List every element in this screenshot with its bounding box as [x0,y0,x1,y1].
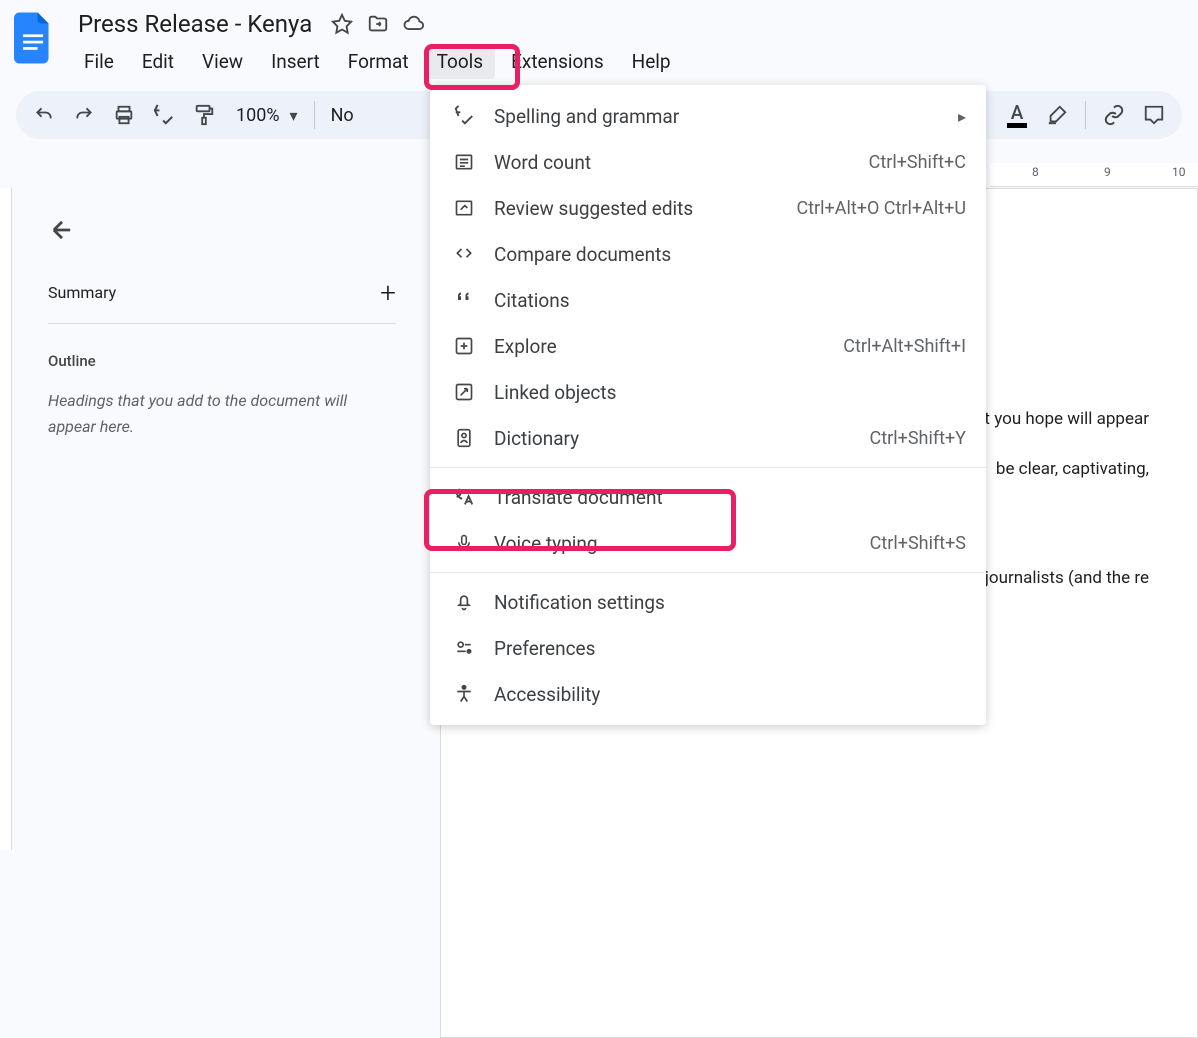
menu-tools[interactable]: Tools [425,44,496,79]
menu-help[interactable]: Help [620,44,683,79]
explore-icon [450,334,478,358]
tools-dictionary[interactable]: Dictionary Ctrl+Shift+Y [430,415,986,461]
word-count-icon [450,150,478,174]
text-color-button[interactable]: A [999,97,1035,133]
accessibility-icon [450,682,478,706]
tools-voice-typing[interactable]: Voice typing Ctrl+Shift+S [430,520,986,566]
undo-button[interactable] [26,97,62,133]
vertical-ruler [0,188,12,850]
separator [1085,101,1086,129]
document-title[interactable]: Press Release - Kenya [72,8,318,40]
horizontal-ruler: 8 9 10 [990,163,1198,187]
chevron-down-icon: ▾ [290,106,298,125]
menu-format[interactable]: Format [336,44,421,79]
separator [314,101,315,129]
zoom-value: 100% [232,105,284,126]
summary-heading: Summary [48,283,116,302]
tools-review-edits[interactable]: Review suggested edits Ctrl+Alt+O Ctrl+A… [430,185,986,231]
tools-compare-documents[interactable]: Compare documents [430,231,986,277]
separator [430,572,986,573]
preferences-icon [450,636,478,660]
microphone-icon [450,531,478,555]
tools-dropdown: Spelling and grammar ▸ Word count Ctrl+S… [430,85,986,725]
outline-heading: Outline [48,352,396,370]
add-summary-button[interactable]: + [380,276,396,309]
outline-hint: Headings that you add to the document wi… [48,388,396,439]
tools-preferences[interactable]: Preferences [430,625,986,671]
star-icon[interactable] [330,12,354,36]
tools-translate-document[interactable]: Translate document [430,474,986,520]
translate-icon [450,485,478,509]
separator [430,467,986,468]
outline-sidebar: Summary + Outline Headings that you add … [12,188,432,850]
add-comment-button[interactable] [1136,97,1172,133]
compare-icon [450,242,478,266]
spellcheck-icon [450,104,478,128]
tools-word-count[interactable]: Word count Ctrl+Shift+C [430,139,986,185]
tools-accessibility[interactable]: Accessibility [430,671,986,717]
spellcheck-button[interactable] [146,97,182,133]
menu-bar: File Edit View Insert Format Tools Exten… [72,44,1186,79]
tools-citations[interactable]: Citations [430,277,986,323]
tools-spelling-grammar[interactable]: Spelling and grammar ▸ [430,93,986,139]
highlight-color-button[interactable] [1039,97,1075,133]
menu-file[interactable]: File [72,44,126,79]
print-button[interactable] [106,97,142,133]
chevron-right-icon: ▸ [958,107,966,126]
review-edits-icon [450,196,478,220]
bell-icon [450,590,478,614]
move-folder-icon[interactable] [366,12,390,36]
linked-objects-icon [450,380,478,404]
cloud-status-icon[interactable] [402,12,426,36]
tools-notification-settings[interactable]: Notification settings [430,579,986,625]
paint-format-button[interactable] [186,97,222,133]
tools-linked-objects[interactable]: Linked objects [430,369,986,415]
docs-logo[interactable] [12,8,56,68]
menu-extensions[interactable]: Extensions [499,44,616,79]
menu-insert[interactable]: Insert [259,44,332,79]
dictionary-icon [450,426,478,450]
menu-view[interactable]: View [190,44,255,79]
insert-link-button[interactable] [1096,97,1132,133]
menu-edit[interactable]: Edit [130,44,186,79]
citations-icon [450,288,478,312]
redo-button[interactable] [66,97,102,133]
close-outline-button[interactable] [48,216,80,248]
zoom-select[interactable]: 100% ▾ [226,97,304,133]
paragraph-style[interactable]: No [325,105,360,126]
tools-explore[interactable]: Explore Ctrl+Alt+Shift+I [430,323,986,369]
